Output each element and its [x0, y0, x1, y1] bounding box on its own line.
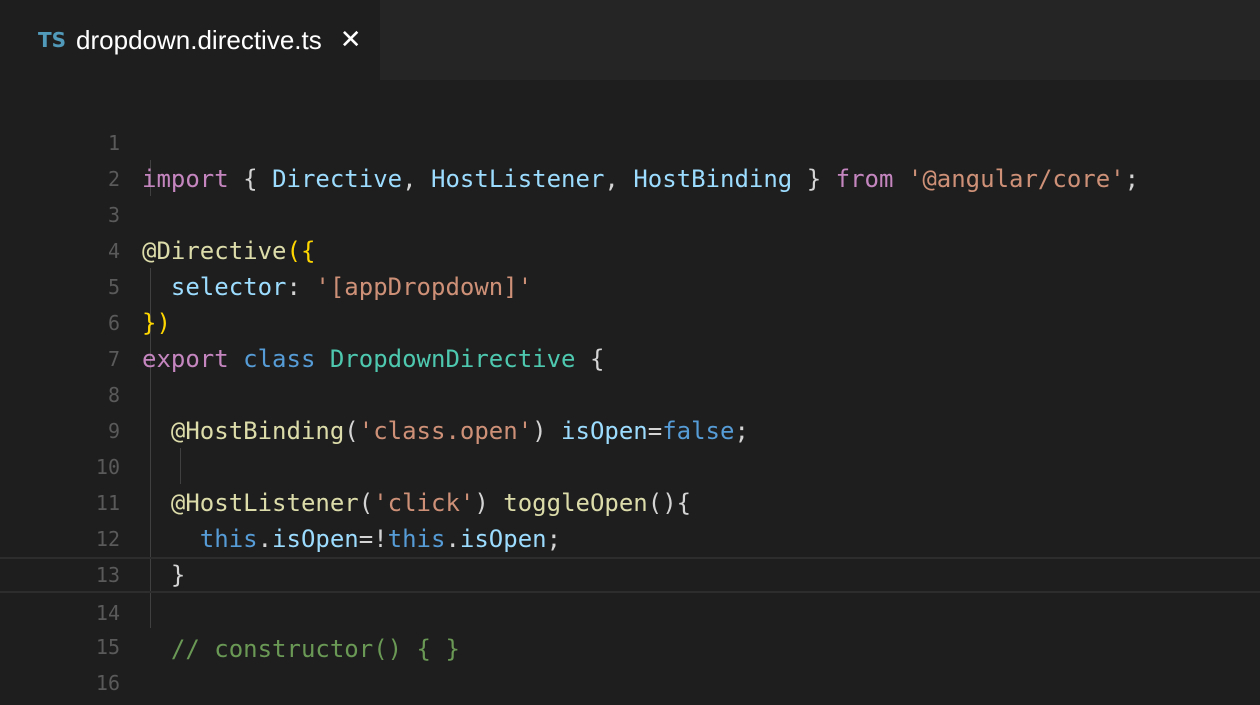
code-line-4: 4 selector: '[appDropdown]' — [0, 197, 1260, 301]
code-editor[interactable]: 1 import { Directive, HostListener, Host… — [0, 80, 1260, 705]
code-line-12: 12 } — [0, 485, 1260, 589]
code-line-6: 6 export class DropdownDirective { — [0, 269, 1260, 373]
code-line-17: 17 — [0, 665, 1260, 701]
code-line-5: 5 }) — [0, 233, 1260, 337]
code-line-10: 10 @HostListener('click') toggleOpen(){ — [0, 413, 1260, 517]
code-line-11: 11 this.isOpen=!this.isOpen; — [0, 449, 1260, 553]
code-line-3: 3 @Directive({ — [0, 161, 1260, 265]
tab-dropdown-directive[interactable]: TS dropdown.directive.ts ✕ — [0, 0, 380, 80]
line-number: 17 — [60, 701, 120, 705]
code-line-14: 14 // constructor() { } — [0, 557, 1260, 663]
code-text: } — [142, 701, 156, 705]
code-line-13: 13 — [0, 521, 1260, 587]
typescript-file-icon: TS — [38, 28, 67, 52]
close-icon[interactable]: ✕ — [340, 25, 362, 55]
editor-window: TS dropdown.directive.ts ✕ 1 import { Di… — [0, 0, 1260, 705]
tab-bar: TS dropdown.directive.ts ✕ — [0, 0, 1260, 80]
code-line-2: 2 — [0, 125, 1260, 191]
code-line-8: 8 @HostBinding('class.open') isOpen=fals… — [0, 341, 1260, 445]
tab-title: dropdown.directive.ts — [76, 24, 322, 55]
code-line-16: 16 } — [0, 629, 1260, 695]
code-line-1: 1 import { Directive, HostListener, Host… — [0, 89, 1260, 193]
code-line-9: 9 — [0, 377, 1260, 443]
code-line-7: 7 — [0, 305, 1260, 371]
code-line-15: 15 — [0, 593, 1260, 659]
